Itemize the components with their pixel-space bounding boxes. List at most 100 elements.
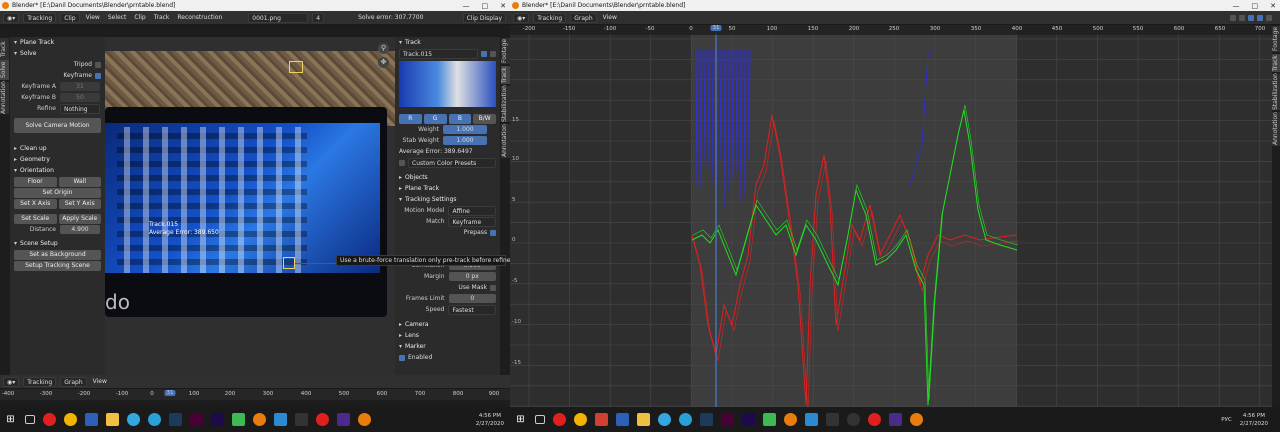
solve-camera-motion-button[interactable]: Solve Camera Motion <box>14 118 101 133</box>
tracking-dropdown[interactable]: Tracking <box>23 12 57 23</box>
blender-task-icon[interactable] <box>784 413 797 426</box>
timeline-tracking-dropdown[interactable]: Tracking <box>23 376 57 387</box>
graph-vtab-track[interactable]: Track <box>1272 54 1280 72</box>
frames-limit-field[interactable]: 0 <box>448 294 496 303</box>
xd-icon[interactable] <box>190 413 203 426</box>
graph-vtab-stabilization[interactable]: Stabilization <box>1272 73 1280 110</box>
vtab-annotation[interactable]: Annotation <box>0 81 9 114</box>
close-icon[interactable]: ✕ <box>1270 2 1276 10</box>
weight-field[interactable]: 1.000 <box>443 125 487 134</box>
channel-bw-button[interactable]: B/W <box>473 113 496 124</box>
chrome-alt-icon[interactable] <box>127 413 140 426</box>
section-plane-track[interactable]: Plane Track <box>10 37 105 48</box>
set-x-axis-button[interactable]: Set X Axis <box>14 198 57 209</box>
margin-field[interactable]: 0 px <box>448 272 496 281</box>
graph-current-frame[interactable]: 31 <box>710 25 722 31</box>
blender-task-icon[interactable] <box>253 413 266 426</box>
lock-icon[interactable] <box>490 50 496 57</box>
sidebar-vtab-annotation[interactable]: Annotation <box>501 124 510 158</box>
tray-clock-left[interactable]: 4:56 PM 2/27/2020 <box>476 412 504 428</box>
sidebar-vtab-stabilization[interactable]: Stabilization <box>501 85 510 122</box>
section-orientation[interactable]: Orientation <box>10 165 105 176</box>
blender-active-icon[interactable] <box>358 413 371 426</box>
chrome-icon[interactable] <box>64 413 77 426</box>
section-scene-setup[interactable]: Scene Setup <box>10 238 105 249</box>
telegram-icon[interactable] <box>679 413 692 426</box>
zoom-icon[interactable]: ⚲ <box>378 43 389 54</box>
menu-select[interactable]: Select <box>106 14 129 21</box>
photoshop-icon[interactable] <box>700 413 713 426</box>
color-presets-dropdown[interactable]: Custom Color Presets <box>408 157 496 168</box>
filter-icon[interactable] <box>1230 14 1236 21</box>
graph-vtab-footage[interactable]: Footage <box>1272 26 1280 52</box>
set-scale-button[interactable]: Set Scale <box>14 213 57 224</box>
keyframe-checkbox[interactable] <box>95 72 101 79</box>
show-motion-icon[interactable] <box>1257 14 1263 21</box>
chrome-alt-icon[interactable] <box>658 413 671 426</box>
menu-track[interactable]: Track <box>152 14 172 21</box>
task-view-icon[interactable] <box>25 415 35 424</box>
media-icon[interactable] <box>805 413 818 426</box>
wall-button[interactable]: Wall <box>58 176 101 187</box>
opera-icon[interactable] <box>43 413 56 426</box>
clip-viewer[interactable]: Track.015 Average Error: 389.650 do ⚲ ✥ <box>105 37 395 375</box>
app-purple-icon[interactable] <box>337 413 350 426</box>
section-camera[interactable]: Camera <box>395 319 500 330</box>
tray-clock-right[interactable]: 4:56 PM 2/27/2020 <box>1240 412 1268 428</box>
vtab-solve[interactable]: Solve <box>0 60 9 80</box>
menu-clip[interactable]: Clip <box>132 14 147 21</box>
youtube-icon[interactable] <box>868 413 881 426</box>
after-effects-icon[interactable] <box>742 413 755 426</box>
telegram-icon[interactable] <box>148 413 161 426</box>
track-name-field[interactable]: Track.015 <box>399 48 478 59</box>
match-dropdown[interactable]: Keyframe <box>448 216 496 227</box>
menu-view[interactable]: View <box>84 14 102 21</box>
app-red-icon[interactable] <box>595 413 608 426</box>
app-green-icon[interactable] <box>763 413 776 426</box>
set-y-axis-button[interactable]: Set Y Axis <box>58 198 101 209</box>
explorer-icon[interactable] <box>106 413 119 426</box>
minimize-icon[interactable]: — <box>463 2 470 10</box>
distance-field[interactable]: 4.900 <box>60 225 100 234</box>
keyframe-a-field[interactable]: 31 <box>60 82 100 91</box>
vtab-track[interactable]: Track <box>0 38 9 60</box>
minimize-icon[interactable]: — <box>1233 2 1240 10</box>
sidebar-vtab-footage[interactable]: Footage <box>501 38 510 64</box>
tripod-checkbox[interactable] <box>95 61 101 68</box>
word-icon[interactable] <box>85 413 98 426</box>
start-icon[interactable]: ⊞ <box>4 413 17 426</box>
section-objects[interactable]: Objects <box>395 172 500 183</box>
timeline-graph-dropdown[interactable]: Graph <box>60 376 87 387</box>
timeline-menu-view[interactable]: View <box>91 378 109 385</box>
graph-tracking-dropdown[interactable]: Tracking <box>533 12 567 23</box>
graph-menu-view[interactable]: View <box>601 14 619 21</box>
keyframe-b-field[interactable]: 50 <box>60 93 100 102</box>
track-marker-top[interactable] <box>289 61 303 73</box>
channel-b-button[interactable]: B <box>448 113 472 124</box>
section-clean-up[interactable]: Clean up <box>10 143 105 154</box>
editor-type-dropdown[interactable]: ◉▾ <box>3 12 20 23</box>
section-solve[interactable]: Solve <box>10 48 105 59</box>
setup-tracking-scene-button[interactable]: Setup Tracking Scene <box>14 260 101 271</box>
section-marker[interactable]: Marker <box>395 341 500 352</box>
maximize-icon[interactable]: □ <box>482 2 489 10</box>
clip-mode-dropdown[interactable]: Clip <box>60 12 80 23</box>
section-plane-track-sidebar[interactable]: Plane Track <box>395 183 500 194</box>
set-origin-button[interactable]: Set Origin <box>14 187 101 198</box>
channel-g-button[interactable]: G <box>423 113 447 124</box>
speed-dropdown[interactable]: Fastest <box>448 304 496 315</box>
set-as-background-button[interactable]: Set as Background <box>14 249 101 260</box>
word-icon[interactable] <box>616 413 629 426</box>
clip-users-count[interactable]: 4 <box>312 12 325 23</box>
refine-dropdown[interactable]: Nothing <box>60 103 100 114</box>
photoshop-icon[interactable] <box>169 413 182 426</box>
timeline-current-frame[interactable]: 31 <box>164 390 176 396</box>
graph-vtab-annotation[interactable]: Annotation <box>1272 112 1280 146</box>
task-view-icon[interactable] <box>535 415 545 424</box>
blender-active-icon[interactable] <box>910 413 923 426</box>
audio-icon[interactable] <box>826 413 839 426</box>
close-icon[interactable]: ✕ <box>500 2 506 10</box>
show-error-icon[interactable] <box>1266 14 1272 21</box>
tray-language[interactable]: РУС <box>1221 417 1232 423</box>
graph-area[interactable]: -200 -150 -100 -50 0 31 50 100 150 200 2… <box>510 25 1272 407</box>
